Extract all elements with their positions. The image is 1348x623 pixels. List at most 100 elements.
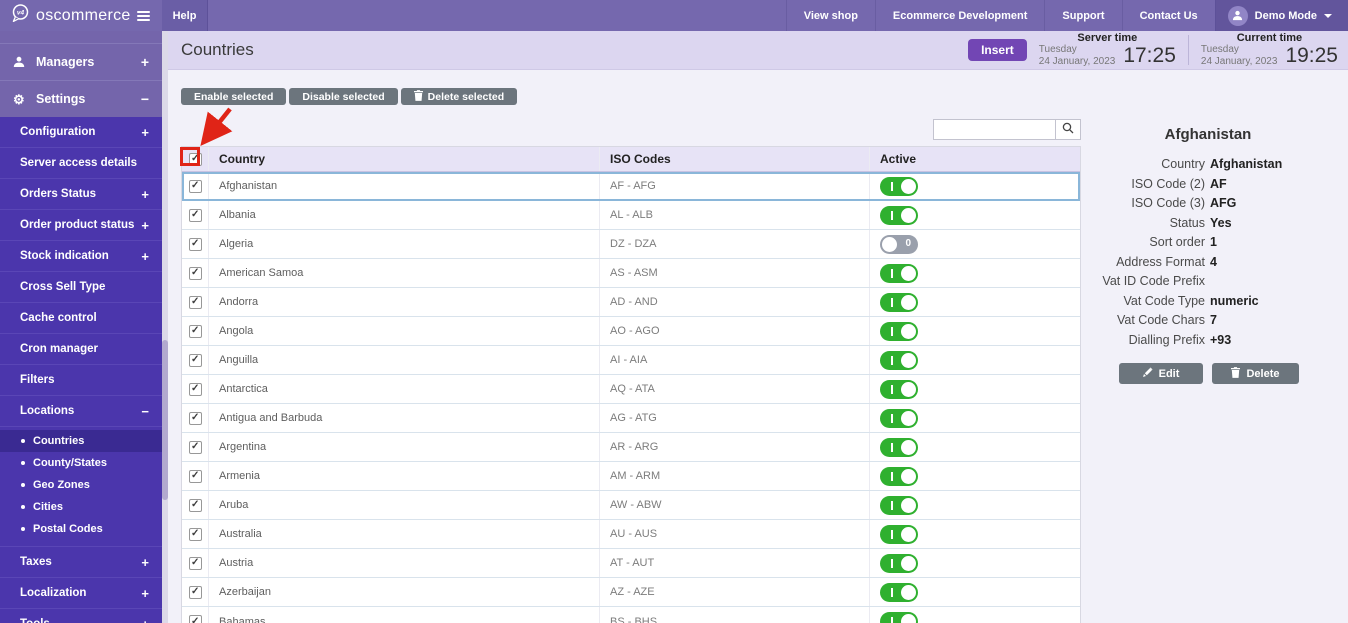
country-cell: Angola xyxy=(209,317,600,345)
row-checkbox[interactable] xyxy=(189,615,202,623)
active-toggle[interactable]: 0 xyxy=(880,235,918,254)
table-row-andorra[interactable]: AndorraAD - AND xyxy=(182,288,1080,317)
current-time-block: Current time Tuesday 24 January, 2023 19… xyxy=(1201,32,1338,69)
active-toggle[interactable] xyxy=(880,438,918,457)
sidebar-item-county-states[interactable]: County/States xyxy=(0,452,162,474)
user-menu[interactable]: Demo Mode xyxy=(1215,0,1348,31)
row-checkbox-cell xyxy=(182,462,209,490)
iso-codes-cell: AO - AGO xyxy=(600,317,870,345)
table-row-australia[interactable]: AustraliaAU - AUS xyxy=(182,520,1080,549)
row-checkbox[interactable] xyxy=(189,180,202,193)
sidebar-item-server-access-details[interactable]: Server access details xyxy=(0,148,162,179)
toggle-on-mark xyxy=(891,356,893,365)
sidebar-item-geo-zones[interactable]: Geo Zones xyxy=(0,474,162,496)
active-toggle[interactable] xyxy=(880,177,918,196)
row-checkbox[interactable] xyxy=(189,238,202,251)
row-checkbox[interactable] xyxy=(189,412,202,425)
row-checkbox[interactable] xyxy=(189,267,202,280)
table-row-antigua-and-barbuda[interactable]: Antigua and BarbudaAG - ATG xyxy=(182,404,1080,433)
sidebar-item-localization[interactable]: Localization+ xyxy=(0,578,162,609)
search-input[interactable] xyxy=(933,119,1055,140)
sidebar-item-postal-codes[interactable]: Postal Codes xyxy=(0,518,162,540)
brand[interactable]: v4 oscommerce xyxy=(0,0,162,31)
sidebar-item-stock-indication[interactable]: Stock indication+ xyxy=(0,241,162,272)
sidebar-item-locations[interactable]: Locations− xyxy=(0,396,162,427)
active-toggle[interactable] xyxy=(880,293,918,312)
topbar-link-ecommerce-development[interactable]: Ecommerce Development xyxy=(875,0,1045,31)
sidebar-item-filters[interactable]: Filters xyxy=(0,365,162,396)
sidebar-item-countries[interactable]: Countries xyxy=(0,430,162,452)
row-checkbox[interactable] xyxy=(189,499,202,512)
edit-button[interactable]: Edit xyxy=(1119,363,1203,384)
detail-value: Yes xyxy=(1210,214,1232,234)
topbar-link-contact-us[interactable]: Contact Us xyxy=(1122,0,1215,31)
topbar-link-help[interactable]: Help xyxy=(162,0,208,31)
active-toggle[interactable] xyxy=(880,264,918,283)
active-toggle[interactable] xyxy=(880,583,918,602)
sidebar-item-cities[interactable]: Cities xyxy=(0,496,162,518)
active-toggle[interactable] xyxy=(880,322,918,341)
sidebar-item-tools[interactable]: Tools+ xyxy=(0,609,162,623)
row-checkbox-cell xyxy=(182,288,209,316)
delete-button[interactable]: Delete xyxy=(1212,363,1299,384)
sidebar-item-orders-status[interactable]: Orders Status+ xyxy=(0,179,162,210)
active-toggle[interactable] xyxy=(880,206,918,225)
enable-selected-button[interactable]: Enable selected xyxy=(181,88,286,105)
select-all-checkbox[interactable] xyxy=(189,153,202,166)
sidebar: Managers+⚙Settings−Configuration+Server … xyxy=(0,31,168,623)
row-checkbox[interactable] xyxy=(189,325,202,338)
table-row-antarctica[interactable]: AntarcticaAQ - ATA xyxy=(182,375,1080,404)
sidebar-item-label: Managers xyxy=(36,55,94,69)
table-row-angola[interactable]: AngolaAO - AGO xyxy=(182,317,1080,346)
active-toggle[interactable] xyxy=(880,380,918,399)
column-header-active: Active xyxy=(870,147,1080,171)
row-checkbox[interactable] xyxy=(189,354,202,367)
table-row-bahamas[interactable]: BahamasBS - BHS xyxy=(182,607,1080,623)
table-row-aruba[interactable]: ArubaAW - ABW xyxy=(182,491,1080,520)
table-row-anguilla[interactable]: AnguillaAI - AIA xyxy=(182,346,1080,375)
row-checkbox[interactable] xyxy=(189,209,202,222)
active-toggle[interactable] xyxy=(880,554,918,573)
row-checkbox[interactable] xyxy=(189,296,202,309)
sidebar-item-managers[interactable]: Managers+ xyxy=(0,43,162,80)
menu-toggle-icon[interactable] xyxy=(137,11,150,21)
sidebar-item-cache-control[interactable]: Cache control xyxy=(0,303,162,334)
active-toggle[interactable] xyxy=(880,409,918,428)
plus-icon: + xyxy=(141,125,149,140)
sidebar-item-taxes[interactable]: Taxes+ xyxy=(0,547,162,578)
sidebar-item-cross-sell-type[interactable]: Cross Sell Type xyxy=(0,272,162,303)
disable-selected-button[interactable]: Disable selected xyxy=(289,88,397,105)
table-row-american-samoa[interactable]: American SamoaAS - ASM xyxy=(182,259,1080,288)
row-checkbox[interactable] xyxy=(189,586,202,599)
table-row-algeria[interactable]: AlgeriaDZ - DZA0 xyxy=(182,230,1080,259)
active-toggle[interactable] xyxy=(880,467,918,486)
sidebar-item-settings[interactable]: ⚙Settings− xyxy=(0,80,162,117)
row-checkbox-cell xyxy=(182,317,209,345)
table-row-austria[interactable]: AustriaAT - AUT xyxy=(182,549,1080,578)
toggle-on-mark xyxy=(891,211,893,220)
delete-selected-button[interactable]: Delete selected xyxy=(401,88,517,105)
active-toggle[interactable] xyxy=(880,351,918,370)
topbar-link-view-shop[interactable]: View shop xyxy=(786,0,875,31)
search-button[interactable] xyxy=(1055,119,1081,140)
table-row-albania[interactable]: AlbaniaAL - ALB xyxy=(182,201,1080,230)
row-checkbox[interactable] xyxy=(189,528,202,541)
table-row-azerbaijan[interactable]: AzerbaijanAZ - AZE xyxy=(182,578,1080,607)
row-checkbox[interactable] xyxy=(189,470,202,483)
locations-children: CountriesCounty/StatesGeo ZonesCitiesPos… xyxy=(0,427,162,547)
sidebar-item-configuration[interactable]: Configuration+ xyxy=(0,117,162,148)
topbar-link-support[interactable]: Support xyxy=(1044,0,1121,31)
row-checkbox[interactable] xyxy=(189,441,202,454)
sidebar-item-cron-manager[interactable]: Cron manager xyxy=(0,334,162,365)
active-toggle[interactable] xyxy=(880,496,918,515)
row-checkbox[interactable] xyxy=(189,557,202,570)
table-row-afghanistan[interactable]: AfghanistanAF - AFG xyxy=(182,172,1080,201)
table-row-argentina[interactable]: ArgentinaAR - ARG xyxy=(182,433,1080,462)
insert-button[interactable]: Insert xyxy=(968,39,1027,61)
server-time-value: 17:25 xyxy=(1123,44,1176,68)
table-row-armenia[interactable]: ArmeniaAM - ARM xyxy=(182,462,1080,491)
row-checkbox[interactable] xyxy=(189,383,202,396)
active-toggle[interactable] xyxy=(880,612,918,623)
sidebar-item-order-product-status[interactable]: Order product status+ xyxy=(0,210,162,241)
active-toggle[interactable] xyxy=(880,525,918,544)
